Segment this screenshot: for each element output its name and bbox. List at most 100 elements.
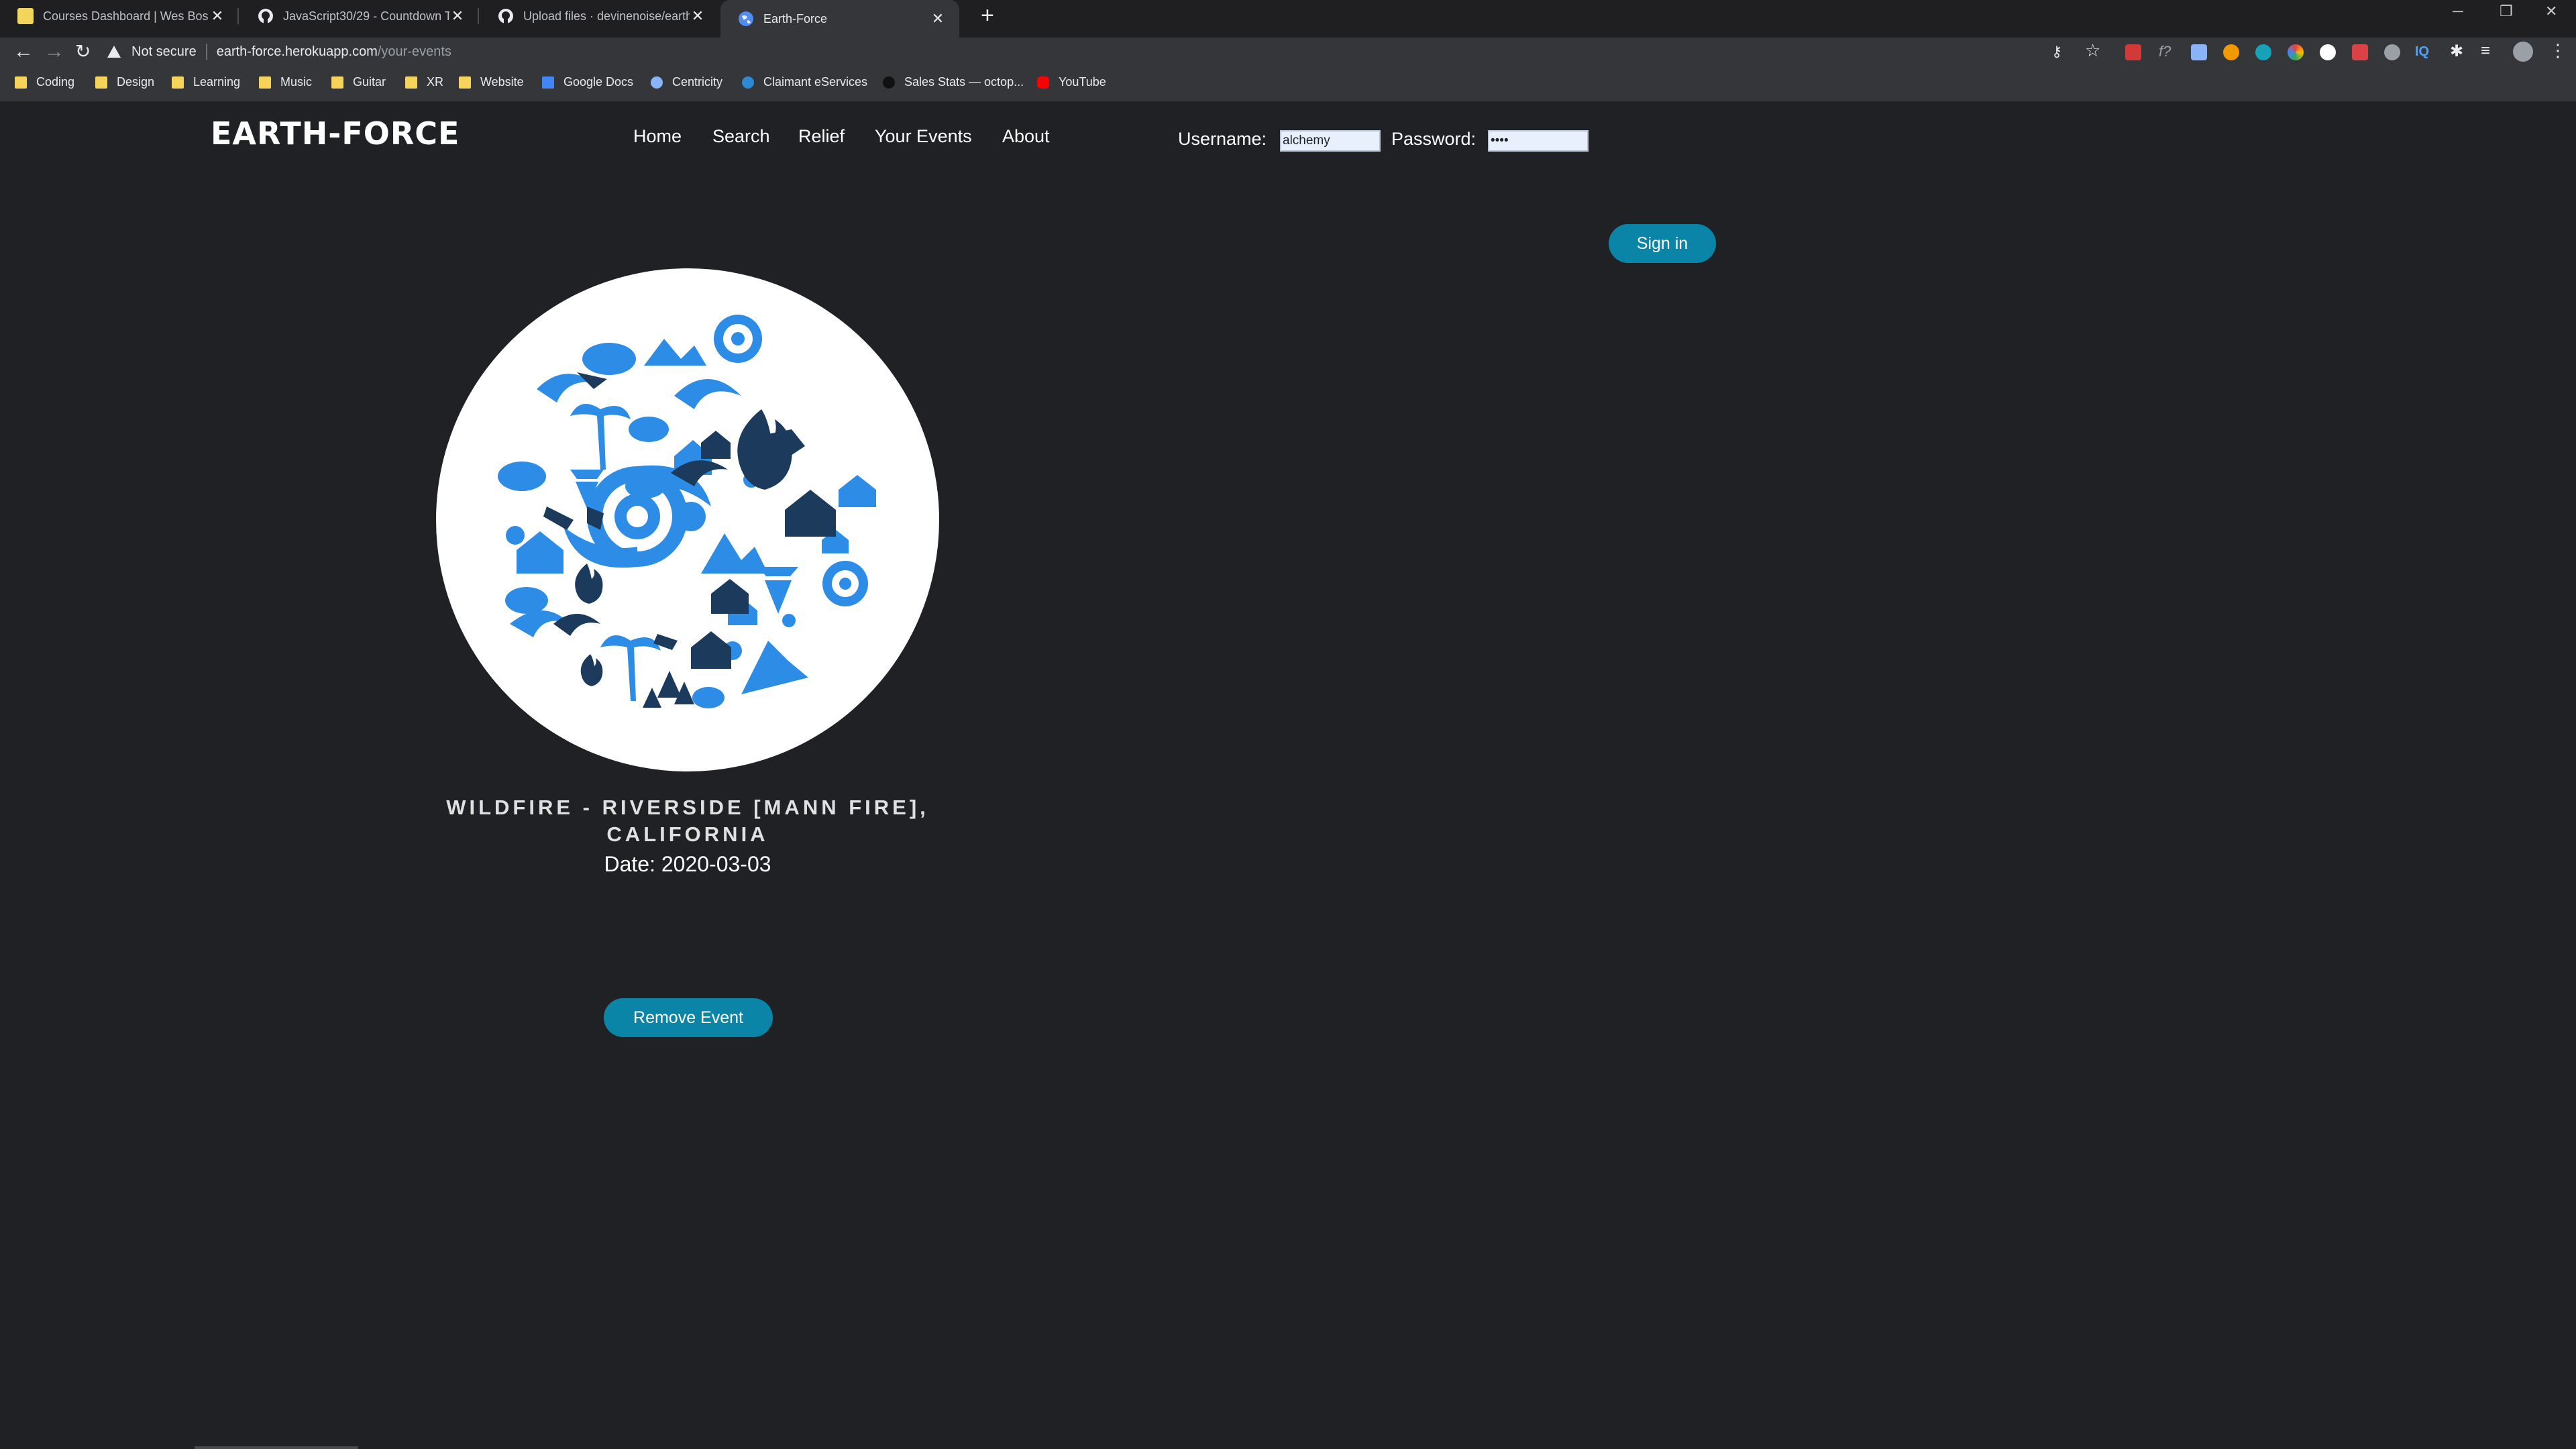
natural-disasters-collage-icon [436, 268, 939, 771]
bookmark-label: Claimant eServices [763, 75, 868, 89]
bookmark-folder[interactable]: Guitar [331, 75, 386, 89]
bookmark-folder[interactable]: Design [95, 75, 154, 89]
site-logo[interactable]: EARTH-FORCE [211, 115, 460, 152]
browser-tab-active[interactable]: Earth-Force ✕ [720, 0, 959, 38]
close-icon[interactable]: ✕ [690, 7, 706, 25]
back-icon[interactable]: ← [13, 40, 34, 63]
folder-icon [172, 76, 184, 89]
nav-relief[interactable]: Relief [798, 126, 845, 147]
folder-icon [15, 76, 27, 89]
reading-list-icon[interactable]: ≡ [2481, 42, 2490, 60]
wesbos-icon [17, 8, 34, 24]
google-docs-icon [542, 76, 554, 89]
username-field[interactable] [1280, 130, 1381, 152]
key-icon[interactable]: ⚷ [2051, 43, 2062, 60]
bookmark-link[interactable]: Claimant eServices [742, 75, 867, 89]
username-label: Username: [1178, 129, 1267, 149]
url-host: earth-force.herokuapp.com [216, 44, 378, 59]
security-status[interactable]: Not secure [131, 44, 197, 60]
browser-tab[interactable]: JavaScript30/29 - Countdown Timer ✕ [240, 0, 479, 32]
bookmark-label: Website [480, 75, 524, 89]
close-icon[interactable]: ✕ [209, 7, 225, 25]
new-tab-button[interactable]: + [981, 3, 994, 29]
scrollbar[interactable] [195, 1446, 358, 1449]
bookmark-label: Guitar [353, 75, 386, 89]
close-window-icon[interactable]: ✕ [2545, 3, 2557, 20]
browser-tab-strip: Courses Dashboard | Wes Bos ✕ JavaScript… [0, 0, 2576, 38]
nav-home[interactable]: Home [633, 126, 682, 147]
bookmark-folder[interactable]: Learning [172, 75, 240, 89]
avatar[interactable] [2513, 42, 2533, 62]
youtube-icon [1037, 76, 1049, 89]
dropbox-extension-icon[interactable] [2191, 44, 2207, 60]
bookmark-label: Centricity [672, 75, 723, 89]
event-title: WILDFIRE - RIVERSIDE [MANN FIRE], CALIFO… [446, 796, 929, 846]
browser-tab[interactable]: Courses Dashboard | Wes Bos ✕ [0, 0, 239, 32]
divider [205, 44, 207, 60]
password-field[interactable] [1488, 130, 1589, 152]
globe-icon [738, 11, 754, 27]
tab-title: Earth-Force [763, 11, 828, 25]
bookmark-label: Google Docs [564, 75, 634, 89]
gmail-extension-icon[interactable] [2125, 44, 2141, 60]
url-path: /your-events [377, 44, 451, 59]
color-picker-extension-icon[interactable] [2288, 44, 2304, 60]
bookmark-link[interactable]: Sales Stats — octop... [883, 75, 1024, 89]
bookmark-folder[interactable]: Website [459, 75, 524, 89]
github-icon [498, 8, 514, 24]
bookmarks-bar: Coding Design Learning Music Guitar XR W… [0, 66, 2576, 102]
restore-icon[interactable]: ❐ [2500, 3, 2513, 20]
folder-icon [259, 76, 271, 89]
folder-icon [95, 76, 107, 89]
mercury-extension-icon[interactable] [2255, 44, 2271, 60]
bookmark-label: Coding [36, 75, 75, 89]
centricity-icon [651, 76, 663, 89]
close-icon[interactable]: ✕ [930, 10, 946, 28]
tab-title: Upload files · devinenoise/earth-force [523, 9, 690, 23]
puzzle-icon[interactable]: ✱ [2450, 42, 2463, 61]
close-icon[interactable]: ✕ [449, 7, 466, 25]
screenshot-extension-icon[interactable] [2352, 44, 2368, 60]
nav-your-events[interactable]: Your Events [875, 126, 972, 147]
github-icon [258, 8, 274, 24]
nav-about[interactable]: About [1002, 126, 1050, 147]
bookmark-label: Design [117, 75, 155, 89]
honey-extension-icon[interactable] [2223, 44, 2239, 60]
folder-icon [331, 76, 343, 89]
dark-reader-extension-icon[interactable] [2320, 44, 2336, 60]
bookmark-folder[interactable]: Music [259, 75, 312, 89]
eservices-icon [742, 76, 754, 89]
iq-extension-icon[interactable]: IQ [2415, 44, 2429, 60]
address-bar[interactable]: Not secure earth-force.herokuapp.com /yo… [107, 39, 2100, 64]
tab-separator [237, 8, 239, 24]
bookmark-link[interactable]: YouTube [1037, 75, 1106, 89]
remove-event-button[interactable]: Remove Event [604, 998, 773, 1037]
bookmark-link[interactable]: Google Docs [542, 75, 633, 89]
bookmark-folder[interactable]: XR [405, 75, 443, 89]
bookmark-label: Learning [193, 75, 241, 89]
sign-in-button[interactable]: Sign in [1609, 224, 1716, 263]
browser-tab[interactable]: Upload files · devinenoise/earth-force ✕ [480, 0, 719, 32]
bookmark-label: XR [427, 75, 444, 89]
folder-icon [405, 76, 417, 89]
event-date: Date: 2020-03-03 [604, 852, 771, 876]
function-extension-icon[interactable]: f? [2159, 43, 2171, 60]
bookmark-folder[interactable]: Coding [15, 75, 74, 89]
password-label: Password: [1391, 129, 1477, 149]
folder-icon [459, 76, 471, 89]
forward-icon[interactable]: → [44, 40, 64, 63]
menu-icon[interactable]: ⋮ [2549, 40, 2567, 61]
minimize-icon[interactable]: ─ [2453, 3, 2463, 20]
tab-title: JavaScript30/29 - Countdown Timer [283, 9, 449, 23]
star-icon[interactable]: ☆ [2085, 40, 2100, 61]
page-content [0, 103, 2576, 1449]
tab-title: Courses Dashboard | Wes Bos [43, 9, 209, 23]
bookmark-label: Music [280, 75, 313, 89]
nav-search[interactable]: Search [712, 126, 770, 147]
bookmark-link[interactable]: Centricity [651, 75, 722, 89]
bookmark-label: YouTube [1059, 75, 1106, 89]
octopus-icon [883, 76, 895, 89]
reload-icon[interactable]: ↻ [75, 40, 91, 62]
warning-icon [107, 46, 121, 58]
target-extension-icon[interactable] [2384, 44, 2400, 60]
